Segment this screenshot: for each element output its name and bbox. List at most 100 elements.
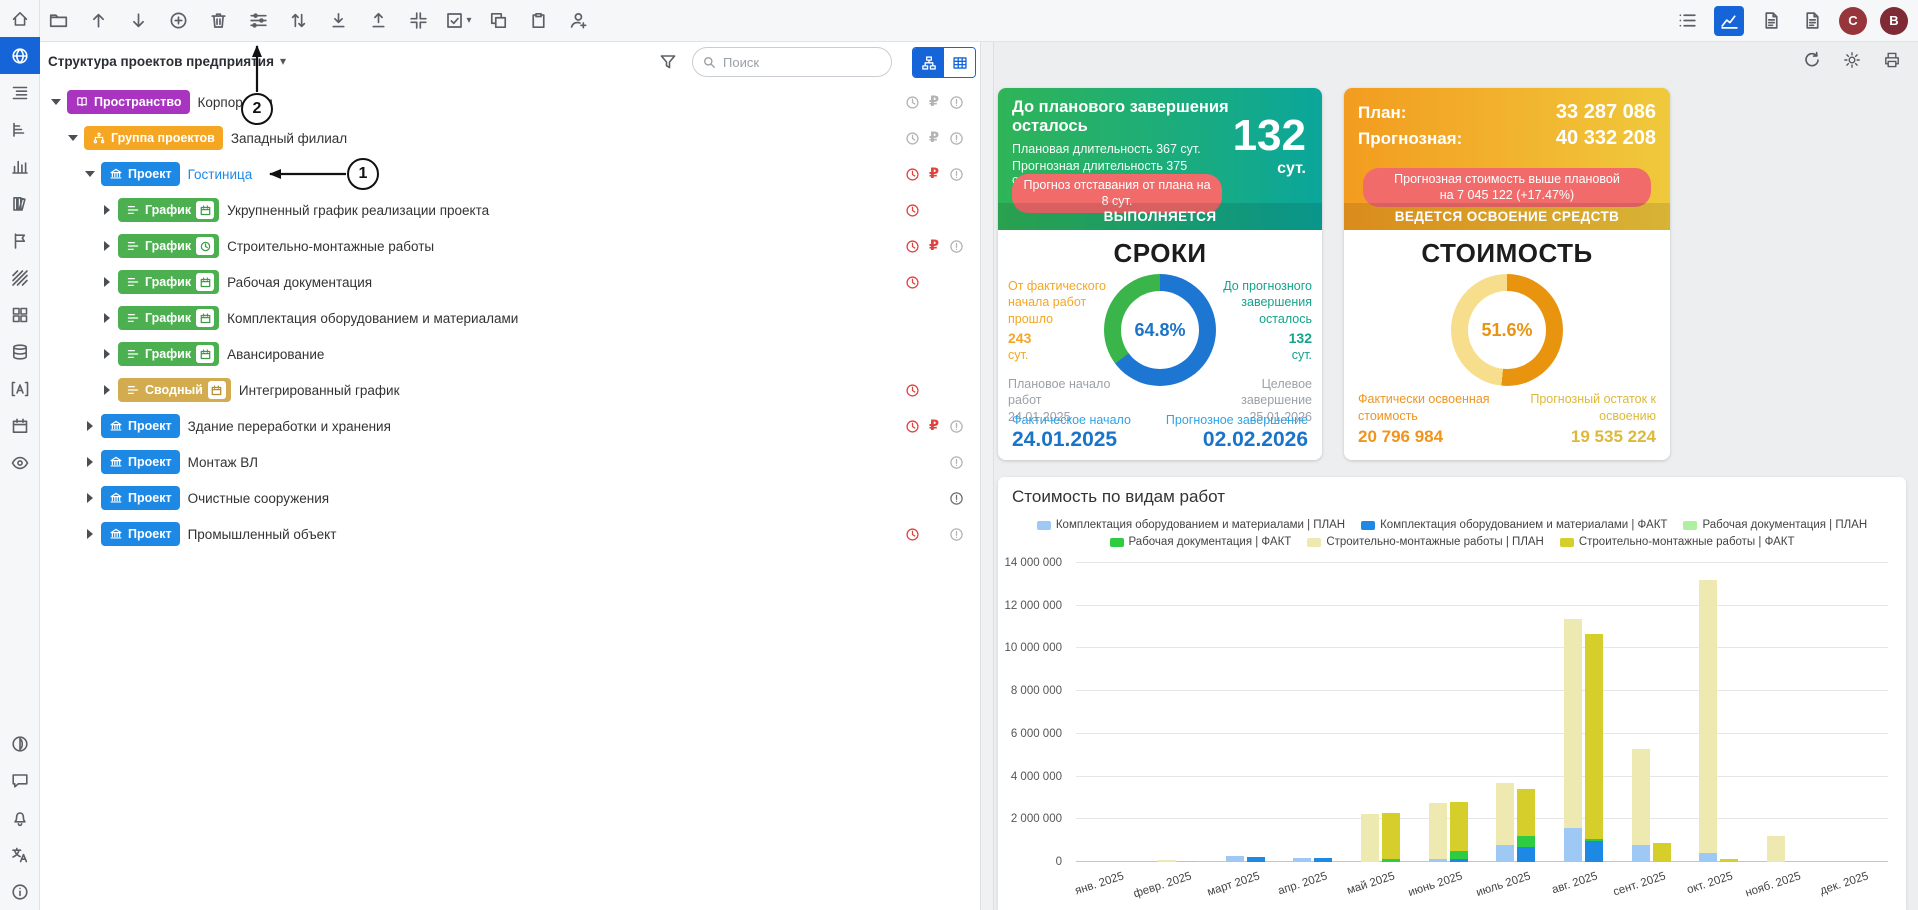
tree-row[interactable]: Сводный Интегрированный график <box>40 372 980 408</box>
dashboard-view-icon[interactable] <box>1714 5 1744 36</box>
info-icon[interactable] <box>0 873 40 910</box>
expand-toggle-icon[interactable] <box>101 312 113 324</box>
empty-status-slot <box>947 201 965 219</box>
delete-icon[interactable] <box>204 7 232 35</box>
expand-toggle-icon[interactable] <box>84 456 96 468</box>
badge-label: График <box>145 275 192 289</box>
comments-icon[interactable] <box>0 762 40 799</box>
x-tick: март 2025 <box>1206 866 1279 906</box>
project-badge: Проект <box>101 522 180 546</box>
legend-item[interactable]: Строительно-монтажные работы | ПЛАН <box>1307 536 1544 548</box>
row-status-icons: ₽ <box>903 165 965 183</box>
annotations-icon[interactable] <box>0 370 40 407</box>
legend-item[interactable]: Комплектация оборудованием и материалами… <box>1036 519 1345 531</box>
home-icon[interactable] <box>0 0 40 37</box>
expand-toggle-icon[interactable] <box>67 132 79 144</box>
modules-icon[interactable] <box>0 296 40 333</box>
tree-row[interactable]: Проект Здание переработки и хранения ₽ <box>40 408 980 444</box>
import-icon[interactable] <box>324 7 352 35</box>
badge-label: График <box>145 239 192 253</box>
structure-icon[interactable] <box>0 74 40 111</box>
time-status-icon <box>903 417 921 435</box>
y-tick-label: 12 000 000 <box>1004 599 1062 612</box>
charts-icon[interactable] <box>0 148 40 185</box>
notifications-icon[interactable] <box>0 799 40 836</box>
tree-row[interactable]: Группа проектов Западный филиал ₽ <box>40 120 980 156</box>
refresh-icon[interactable] <box>1802 50 1822 70</box>
approve-icon[interactable]: ▾ <box>444 7 472 35</box>
tree-title-caret-icon[interactable]: ▾ <box>280 54 286 68</box>
brand-badge-1[interactable]: С <box>1839 6 1867 35</box>
row-status-icons <box>903 309 965 327</box>
copy-icon[interactable] <box>484 7 512 35</box>
tree-row[interactable]: График Комплектация оборудованием и матер… <box>40 300 980 336</box>
tree-view-toggle[interactable] <box>913 48 944 77</box>
bar-group <box>1685 563 1753 862</box>
visibility-icon[interactable] <box>0 444 40 481</box>
chart-legend: Комплектация оборудованием и материалами… <box>1028 519 1876 548</box>
timing-card-header: До планового завершения осталось Планова… <box>998 88 1322 230</box>
expand-toggle-icon[interactable] <box>101 348 113 360</box>
database-icon[interactable] <box>0 333 40 370</box>
tree-row[interactable]: Проект Гостиница ₽ <box>40 156 980 192</box>
expand-toggle-icon[interactable] <box>84 168 96 180</box>
filter-icon[interactable] <box>658 52 678 72</box>
expand-toggle-icon[interactable] <box>101 276 113 288</box>
panel-divider[interactable] <box>980 42 994 910</box>
collapse-icon[interactable] <box>404 7 432 35</box>
open-folder-icon[interactable] <box>44 7 72 35</box>
tree-row[interactable]: График Авансирование <box>40 336 980 372</box>
calendar-icon[interactable] <box>0 407 40 444</box>
expand-toggle-icon[interactable] <box>84 420 96 432</box>
legend-item[interactable]: Рабочая документация | ПЛАН <box>1683 519 1867 531</box>
report-icon[interactable] <box>1757 7 1785 35</box>
print-icon[interactable] <box>1882 50 1902 70</box>
expand-toggle-icon[interactable] <box>84 528 96 540</box>
plan-bar <box>1293 563 1312 862</box>
legend-item[interactable]: Рабочая документация | ФАКТ <box>1109 536 1291 548</box>
move-up-icon[interactable] <box>84 7 112 35</box>
user-settings-icon[interactable] <box>564 7 592 35</box>
language-icon[interactable] <box>0 836 40 873</box>
swap-levels-icon[interactable] <box>284 7 312 35</box>
tree-row[interactable]: Проект Монтаж ВЛ <box>40 444 980 480</box>
expand-toggle-icon[interactable] <box>84 492 96 504</box>
empty-status-slot <box>925 381 943 399</box>
tree-row[interactable]: График Рабочая документация <box>40 264 980 300</box>
bank-icon <box>109 491 123 505</box>
table-view-toggle[interactable] <box>944 48 975 77</box>
tree-row[interactable]: Проект Очистные сооружения <box>40 480 980 516</box>
filter-settings-icon[interactable] <box>244 7 272 35</box>
settings-icon[interactable] <box>1842 50 1862 70</box>
move-down-icon[interactable] <box>124 7 152 35</box>
fact-bar <box>1179 563 1197 862</box>
project-badge: Проект <box>101 450 180 474</box>
document-icon[interactable] <box>1798 7 1826 35</box>
remaining-label: До прогнозного завершения осталось <box>1223 279 1312 326</box>
tree-row[interactable]: График Укрупненный график реализации прое… <box>40 192 980 228</box>
expand-toggle-icon[interactable] <box>101 384 113 396</box>
expand-toggle-icon[interactable] <box>50 96 62 108</box>
search-input[interactable] <box>723 50 881 74</box>
wbs-icon[interactable] <box>0 111 40 148</box>
hatch-icon[interactable] <box>0 259 40 296</box>
list-view-icon[interactable] <box>1673 7 1701 35</box>
library-icon[interactable] <box>0 185 40 222</box>
legend-label: Рабочая документация | ПЛАН <box>1702 519 1868 531</box>
contrast-icon[interactable] <box>0 725 40 762</box>
tree-row[interactable]: График Строительно-монтажные работы ₽ <box>40 228 980 264</box>
tree-row[interactable]: Пространство Корпорация ₽ <box>40 84 980 120</box>
globe-icon[interactable] <box>0 37 40 74</box>
milestones-icon[interactable] <box>0 222 40 259</box>
paste-icon[interactable] <box>524 7 552 35</box>
empty-status-slot <box>947 309 965 327</box>
add-icon[interactable] <box>164 7 192 35</box>
tree-row[interactable]: Проект Промышленный объект <box>40 516 980 552</box>
expand-toggle-icon[interactable] <box>101 204 113 216</box>
export-icon[interactable] <box>364 7 392 35</box>
money-status-icon: ₽ <box>928 93 940 110</box>
expand-toggle-icon[interactable] <box>101 240 113 252</box>
legend-item[interactable]: Комплектация оборудованием и материалами… <box>1361 519 1667 531</box>
brand-badge-2[interactable]: В <box>1880 6 1908 35</box>
legend-item[interactable]: Строительно-монтажные работы | ФАКТ <box>1559 536 1794 548</box>
